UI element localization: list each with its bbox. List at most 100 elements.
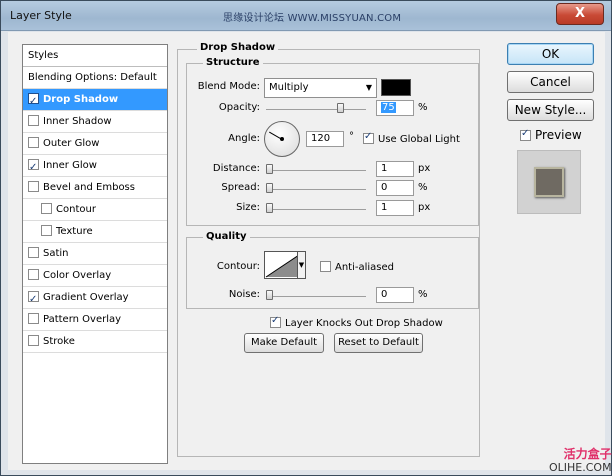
style-item[interactable]: Stroke bbox=[23, 331, 167, 353]
watermark-bottom: 活力盒子 OLIHE.COM bbox=[549, 447, 612, 475]
knockout-label: Layer Knocks Out Drop Shadow bbox=[285, 318, 443, 329]
contour-label: Contour: bbox=[216, 261, 260, 272]
ok-button[interactable]: OK bbox=[507, 43, 594, 65]
structure-title: Structure bbox=[203, 57, 263, 68]
title-bar[interactable]: Layer Style 思缘设计论坛 WWW.MISSYUAN.COM X bbox=[1, 1, 611, 31]
new-style-button[interactable]: New Style... bbox=[507, 99, 594, 121]
quality-title: Quality bbox=[203, 231, 250, 242]
style-item-label: Bevel and Emboss bbox=[43, 182, 135, 193]
anti-aliased-label: Anti-aliased bbox=[335, 262, 395, 273]
style-item-checkbox[interactable] bbox=[41, 225, 52, 236]
spread-label: Spread: bbox=[221, 182, 260, 193]
angle-dial-center bbox=[280, 137, 284, 141]
style-item-checkbox[interactable] bbox=[28, 247, 39, 258]
blend-mode-value: Multiply bbox=[269, 82, 309, 93]
style-item-label: Inner Glow bbox=[43, 160, 97, 171]
style-item[interactable]: Contour bbox=[23, 199, 167, 221]
angle-value: 120 bbox=[311, 133, 331, 144]
distance-input[interactable]: 1 bbox=[376, 161, 414, 177]
noise-input[interactable]: 0 bbox=[376, 287, 414, 303]
noise-unit: % bbox=[418, 289, 428, 300]
watermark-line1: 活力盒子 bbox=[563, 447, 612, 461]
style-item-checkbox[interactable] bbox=[28, 289, 39, 311]
style-item-label: Stroke bbox=[43, 336, 75, 347]
style-item-label: Contour bbox=[56, 204, 96, 215]
anti-aliased-checkbox[interactable] bbox=[320, 261, 331, 272]
contour-dropdown[interactable]: ▼ bbox=[297, 251, 306, 279]
make-default-button[interactable]: Make Default bbox=[244, 333, 324, 353]
style-item-checkbox[interactable] bbox=[28, 137, 39, 148]
style-item-checkbox[interactable] bbox=[28, 91, 39, 113]
style-item[interactable]: Inner Shadow bbox=[23, 111, 167, 133]
opacity-unit: % bbox=[418, 102, 428, 113]
spread-slider-track[interactable] bbox=[266, 189, 366, 190]
style-item[interactable]: Inner Glow bbox=[23, 155, 167, 179]
distance-slider-handle[interactable] bbox=[266, 164, 273, 174]
style-item-label: Satin bbox=[43, 248, 69, 259]
global-light-checkbox[interactable] bbox=[363, 131, 374, 144]
angle-label: Angle: bbox=[228, 133, 260, 144]
size-value: 1 bbox=[381, 202, 388, 213]
chevron-down-icon: ▼ bbox=[365, 83, 372, 92]
opacity-value: 75 bbox=[381, 102, 396, 113]
drop-shadow-title: Drop Shadow bbox=[197, 42, 279, 53]
anti-aliased-toggle[interactable]: Anti-aliased bbox=[320, 261, 394, 273]
size-slider-track[interactable] bbox=[266, 209, 366, 210]
style-item[interactable]: Texture bbox=[23, 221, 167, 243]
style-item-checkbox[interactable] bbox=[28, 115, 39, 126]
angle-dial[interactable] bbox=[264, 121, 300, 157]
style-item[interactable]: Satin bbox=[23, 243, 167, 265]
noise-slider-track[interactable] bbox=[266, 296, 366, 297]
style-item-checkbox[interactable] bbox=[28, 157, 39, 179]
global-light-toggle[interactable]: Use Global Light bbox=[363, 131, 460, 145]
style-item[interactable]: Drop Shadow bbox=[23, 89, 167, 113]
dialog-body: Styles Blending Options: Default Drop Sha… bbox=[8, 32, 605, 470]
watermark-line2: OLIHE.COM bbox=[549, 461, 612, 474]
style-item[interactable]: Blending Options: Default bbox=[23, 67, 167, 89]
reset-to-default-button[interactable]: Reset to Default bbox=[334, 333, 423, 353]
style-item-checkbox[interactable] bbox=[28, 181, 39, 192]
distance-label: Distance: bbox=[212, 163, 260, 174]
size-input[interactable]: 1 bbox=[376, 200, 414, 216]
knockout-toggle[interactable]: Layer Knocks Out Drop Shadow bbox=[270, 315, 443, 329]
distance-slider-track[interactable] bbox=[266, 170, 366, 171]
style-item[interactable]: Bevel and Emboss bbox=[23, 177, 167, 199]
style-item-label: Pattern Overlay bbox=[43, 314, 122, 325]
noise-slider-handle[interactable] bbox=[266, 290, 273, 300]
style-item-checkbox[interactable] bbox=[28, 269, 39, 280]
opacity-slider-handle[interactable] bbox=[337, 103, 344, 113]
style-item-label: Drop Shadow bbox=[43, 94, 119, 105]
blend-mode-select[interactable]: Multiply ▼ bbox=[264, 78, 377, 98]
style-item-label: Texture bbox=[56, 226, 93, 237]
style-item-checkbox[interactable] bbox=[41, 203, 52, 214]
style-item-checkbox[interactable] bbox=[28, 335, 39, 346]
spread-slider-handle[interactable] bbox=[266, 183, 273, 193]
spread-unit: % bbox=[418, 182, 428, 193]
close-button[interactable]: X bbox=[556, 3, 604, 25]
opacity-input[interactable]: 75 bbox=[376, 100, 414, 116]
style-item[interactable]: Gradient Overlay bbox=[23, 287, 167, 311]
style-item-checkbox[interactable] bbox=[28, 313, 39, 324]
preview-label: Preview bbox=[535, 128, 582, 142]
spread-input[interactable]: 0 bbox=[376, 180, 414, 196]
angle-input[interactable]: 120 bbox=[306, 131, 344, 147]
knockout-checkbox[interactable] bbox=[270, 315, 281, 328]
style-item[interactable]: Pattern Overlay bbox=[23, 309, 167, 331]
shadow-color-swatch[interactable] bbox=[381, 79, 411, 96]
global-light-label: Use Global Light bbox=[378, 134, 460, 145]
styles-list: Styles Blending Options: Default Drop Sha… bbox=[22, 44, 168, 464]
chevron-down-icon: ▼ bbox=[298, 261, 305, 269]
size-unit: px bbox=[418, 202, 431, 213]
angle-unit: ° bbox=[349, 131, 354, 142]
size-slider-handle[interactable] bbox=[266, 203, 273, 213]
cancel-button[interactable]: Cancel bbox=[507, 71, 594, 93]
style-item-label: Outer Glow bbox=[43, 138, 100, 149]
style-item-label: Gradient Overlay bbox=[43, 292, 129, 303]
style-item[interactable]: Color Overlay bbox=[23, 265, 167, 287]
preview-checkbox[interactable] bbox=[520, 128, 531, 141]
window-title: Layer Style bbox=[10, 9, 72, 22]
styles-header[interactable]: Styles bbox=[23, 45, 167, 67]
opacity-slider-track[interactable] bbox=[266, 109, 366, 110]
style-item[interactable]: Outer Glow bbox=[23, 133, 167, 155]
preview-toggle[interactable]: Preview bbox=[520, 128, 582, 142]
